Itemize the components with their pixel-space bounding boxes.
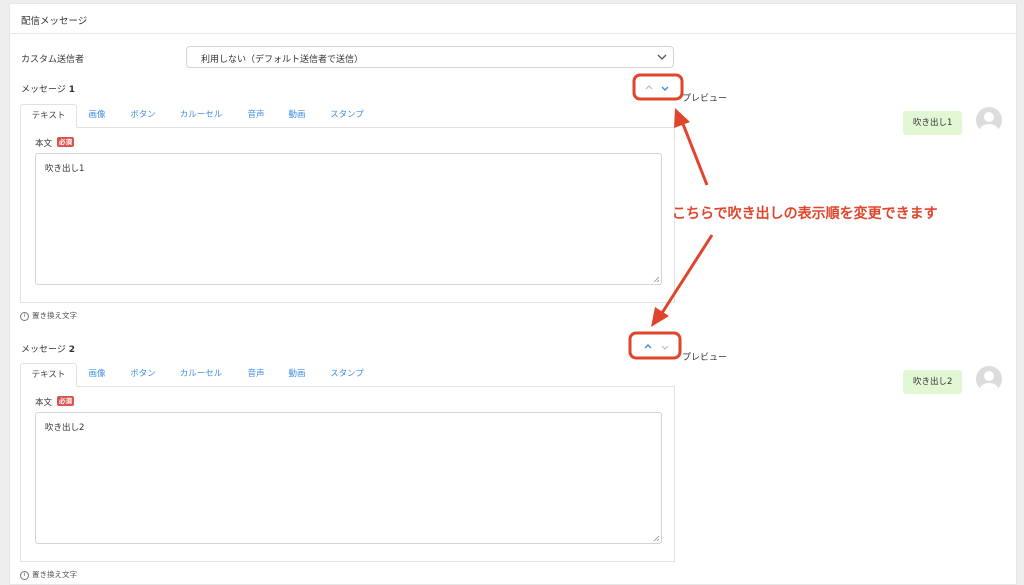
tab-image[interactable]: 画像 <box>84 363 110 386</box>
message-1-panel: テキスト 画像 ボタン カルーセル 音声 動画 スタンプ 本文 必須 吹き出し1 <box>20 104 675 304</box>
body-label: 本文 <box>35 139 53 149</box>
required-badge: 必須 <box>57 396 74 406</box>
message-1-heading-num: 1 <box>68 85 75 95</box>
message-1-helper[interactable]: i 置き換え文字 <box>20 310 77 321</box>
tab-button[interactable]: ボタン <box>128 104 158 127</box>
message-1-body: 本文 必須 吹き出し1 <box>20 127 675 303</box>
tab-video[interactable]: 動画 <box>285 104 309 127</box>
message-1-heading-text: メッセージ <box>21 85 66 95</box>
tab-audio[interactable]: 音声 <box>244 363 268 386</box>
message-2-tabs: テキスト 画像 ボタン カルーセル 音声 動画 スタンプ <box>20 363 675 387</box>
delivery-message-card: 配信メッセージ カスタム送信者 利用しない（デフォルト送信者で送信） メッセージ… <box>9 3 1017 585</box>
tab-stamp[interactable]: スタンプ <box>326 104 368 127</box>
custom-sender-selected: 利用しない（デフォルト送信者で送信） <box>201 55 364 65</box>
custom-sender-select[interactable]: 利用しない（デフォルト送信者で送信） <box>186 46 674 68</box>
chevron-down-icon[interactable] <box>660 342 670 352</box>
message-1-order-buttons <box>637 78 673 98</box>
message-2-heading: メッセージ 2 <box>21 342 75 355</box>
annotation-text: こちらで吹き出しの表示順を変更できます <box>672 206 938 222</box>
user-avatar-icon <box>976 107 1002 133</box>
message-2-helper[interactable]: i 置き換え文字 <box>20 569 77 580</box>
chevron-up-icon[interactable] <box>644 83 654 93</box>
tab-text[interactable]: テキスト <box>20 363 77 387</box>
message-2-panel: テキスト 画像 ボタン カルーセル 音声 動画 スタンプ 本文 必須 吹き出し2 <box>20 363 675 563</box>
tab-image[interactable]: 画像 <box>84 104 110 127</box>
message-2-preview-label: プレビュー <box>682 353 728 363</box>
message-1-body-value: 吹き出し1 <box>45 164 85 174</box>
message-2-preview-bubble: 吹き出し2 <box>903 370 963 394</box>
chevron-up-icon[interactable] <box>643 342 653 352</box>
custom-sender-label: カスタム送信者 <box>21 55 85 65</box>
message-2-order-buttons <box>633 337 669 357</box>
required-badge: 必須 <box>57 137 74 147</box>
message-1-preview-label: プレビュー <box>682 94 728 104</box>
tab-text[interactable]: テキスト <box>20 104 77 128</box>
user-avatar-icon <box>976 366 1002 392</box>
message-2-heading-text: メッセージ <box>21 345 66 355</box>
message-1-body-textarea[interactable]: 吹き出し1 <box>35 153 662 285</box>
message-2-heading-num: 2 <box>68 345 75 355</box>
message-2-helper-text: 置き換え文字 <box>32 570 77 579</box>
chevron-down-icon[interactable] <box>660 83 670 93</box>
card-title: 配信メッセージ <box>21 16 88 27</box>
info-circle-icon: i <box>20 570 29 580</box>
message-2-body-textarea[interactable]: 吹き出し2 <box>35 412 662 544</box>
tab-stamp[interactable]: スタンプ <box>326 363 368 386</box>
message-2-body: 本文 必須 吹き出し2 <box>20 386 675 562</box>
tab-carousel[interactable]: カルーセル <box>177 104 225 127</box>
resize-handle-icon[interactable] <box>653 535 660 542</box>
chevron-down-icon <box>657 54 667 60</box>
card-header: 配信メッセージ <box>10 4 1016 34</box>
message-1-preview-bubble: 吹き出し1 <box>903 111 963 135</box>
message-1-helper-text: 置き換え文字 <box>32 311 77 320</box>
resize-handle-icon[interactable] <box>653 276 660 283</box>
tab-audio[interactable]: 音声 <box>244 104 268 127</box>
tab-video[interactable]: 動画 <box>285 363 309 386</box>
tab-button[interactable]: ボタン <box>128 363 158 386</box>
message-1-tabs: テキスト 画像 ボタン カルーセル 音声 動画 スタンプ <box>20 104 675 128</box>
info-circle-icon: i <box>20 311 29 321</box>
message-1-heading: メッセージ 1 <box>21 82 75 95</box>
message-2-body-value: 吹き出し2 <box>45 423 85 433</box>
body-label: 本文 <box>35 398 53 408</box>
tab-carousel[interactable]: カルーセル <box>177 363 225 386</box>
